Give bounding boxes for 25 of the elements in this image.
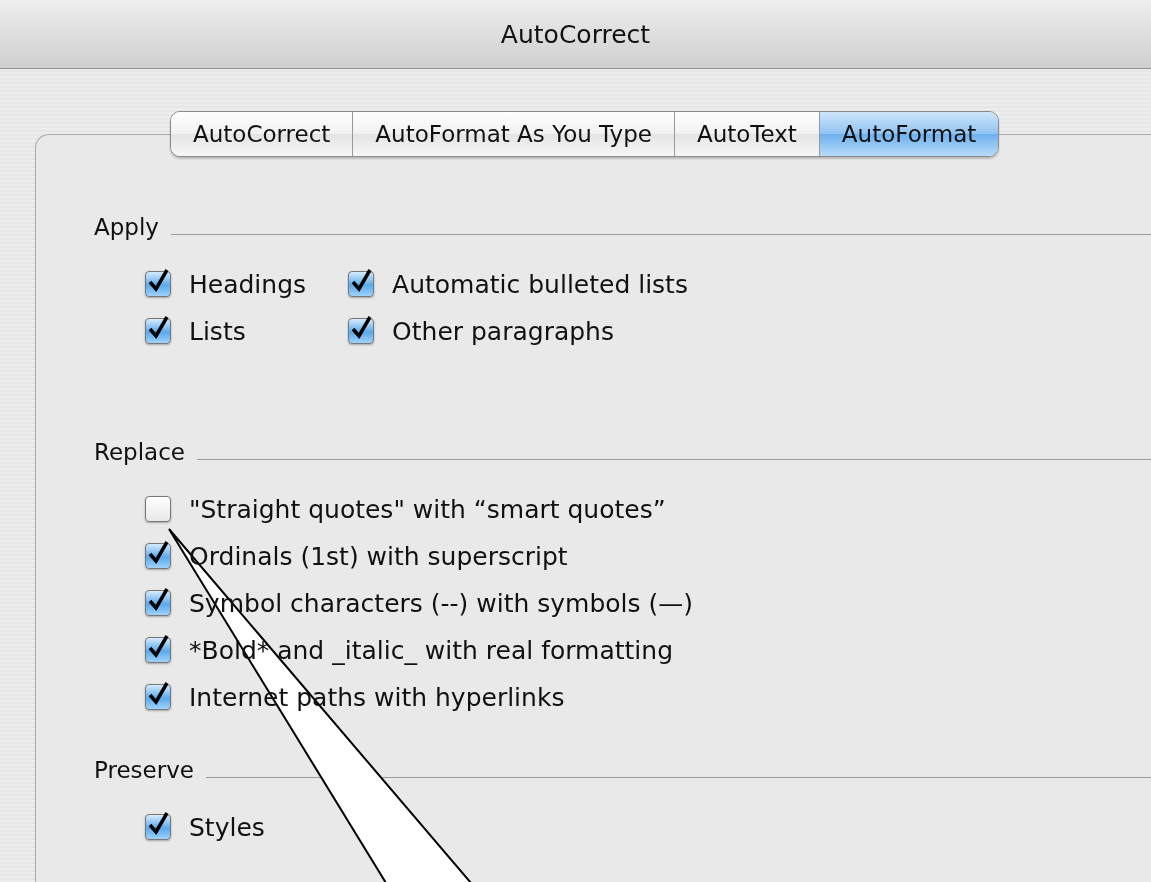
option-label: Automatic bulleted lists bbox=[392, 269, 688, 299]
checkbox[interactable] bbox=[145, 637, 171, 663]
option-label: Headings bbox=[189, 269, 307, 299]
checkbox[interactable] bbox=[348, 318, 375, 344]
option-label: Other paragraphs bbox=[392, 316, 614, 346]
tab[interactable]: AutoCorrect bbox=[171, 112, 353, 156]
checkbox[interactable] bbox=[145, 814, 171, 840]
checkbox[interactable] bbox=[145, 496, 171, 522]
checkbox[interactable] bbox=[145, 318, 171, 344]
checkbox[interactable] bbox=[145, 543, 171, 569]
checkbox[interactable] bbox=[145, 271, 171, 297]
section-title: Replace bbox=[94, 439, 185, 465]
section-title: Preserve bbox=[94, 757, 194, 783]
option-label: Lists bbox=[189, 316, 246, 346]
option-label: Styles bbox=[189, 812, 265, 842]
option-label: Ordinals (1st) with superscript bbox=[189, 541, 568, 571]
checkbox[interactable] bbox=[145, 590, 171, 616]
checkbox[interactable] bbox=[348, 271, 375, 297]
tab[interactable]: AutoFormat As You Type bbox=[352, 112, 674, 156]
window-title: AutoCorrect bbox=[500, 19, 651, 49]
tab[interactable]: AutoText bbox=[673, 112, 819, 156]
option-label: "Straight quotes" with “smart quotes” bbox=[189, 494, 666, 524]
checkbox[interactable] bbox=[145, 684, 171, 710]
section-title: Apply bbox=[94, 214, 159, 240]
tab[interactable]: AutoFormat bbox=[818, 112, 999, 156]
